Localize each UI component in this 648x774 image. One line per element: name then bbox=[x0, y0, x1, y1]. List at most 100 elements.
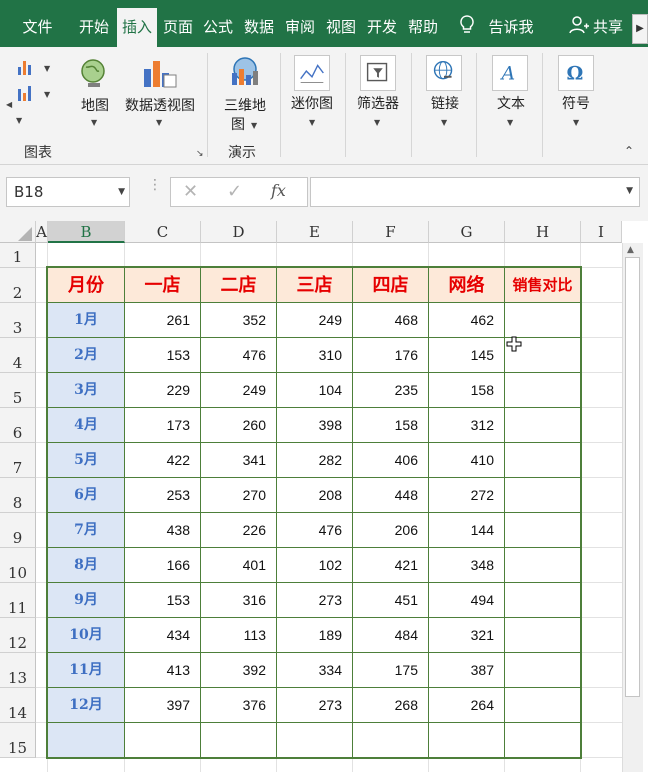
value-cell[interactable]: 421 bbox=[353, 548, 429, 583]
value-cell[interactable]: 321 bbox=[429, 618, 505, 653]
tab-data[interactable]: 数据 bbox=[239, 10, 279, 47]
value-cell[interactable]: 253 bbox=[125, 478, 201, 513]
comparison-cell[interactable] bbox=[505, 653, 581, 688]
header-cell[interactable]: 一店 bbox=[125, 268, 201, 303]
value-cell[interactable]: 484 bbox=[353, 618, 429, 653]
value-cell[interactable]: 282 bbox=[277, 443, 353, 478]
chevron-down-icon[interactable]: ▼ bbox=[156, 119, 162, 127]
value-cell[interactable]: 476 bbox=[201, 338, 277, 373]
month-cell[interactable] bbox=[48, 723, 125, 758]
tab-help[interactable]: 帮助 bbox=[403, 10, 443, 47]
row-header-7[interactable]: 7 bbox=[0, 443, 36, 478]
value-cell[interactable]: 273 bbox=[277, 688, 353, 723]
column-header-c[interactable]: C bbox=[125, 221, 201, 243]
link-globe-icon[interactable] bbox=[426, 55, 462, 91]
filter-button-label[interactable]: 筛选器 bbox=[350, 95, 406, 113]
month-cell[interactable]: 11月 bbox=[48, 653, 125, 688]
tell-me-box[interactable]: 告诉我 bbox=[482, 10, 540, 47]
value-cell[interactable]: 206 bbox=[353, 513, 429, 548]
value-cell[interactable]: 153 bbox=[125, 583, 201, 618]
value-cell[interactable]: 406 bbox=[353, 443, 429, 478]
row-header-5[interactable]: 5 bbox=[0, 373, 36, 408]
value-cell[interactable]: 312 bbox=[429, 408, 505, 443]
value-cell[interactable]: 189 bbox=[277, 618, 353, 653]
value-cell[interactable]: 226 bbox=[201, 513, 277, 548]
value-cell[interactable]: 229 bbox=[125, 373, 201, 408]
row-header-10[interactable]: 10 bbox=[0, 548, 36, 583]
month-cell[interactable]: 3月 bbox=[48, 373, 125, 408]
value-cell[interactable] bbox=[201, 723, 277, 758]
chevron-down-icon[interactable]: ▼ bbox=[309, 119, 315, 127]
map-globe-icon[interactable] bbox=[78, 57, 112, 91]
value-cell[interactable]: 341 bbox=[201, 443, 277, 478]
value-cell[interactable] bbox=[353, 723, 429, 758]
value-cell[interactable]: 413 bbox=[125, 653, 201, 688]
month-cell[interactable]: 6月 bbox=[48, 478, 125, 513]
cancel-icon[interactable]: ✕ bbox=[183, 181, 198, 202]
header-cell[interactable]: 网络 bbox=[429, 268, 505, 303]
value-cell[interactable]: 334 bbox=[277, 653, 353, 688]
comparison-cell[interactable] bbox=[505, 443, 581, 478]
value-cell[interactable]: 145 bbox=[429, 338, 505, 373]
3d-map-globe-icon[interactable] bbox=[226, 55, 264, 91]
header-cell[interactable]: 三店 bbox=[277, 268, 353, 303]
row-header-12[interactable]: 12 bbox=[0, 618, 36, 653]
row-header-14[interactable]: 14 bbox=[0, 688, 36, 723]
value-cell[interactable]: 102 bbox=[277, 548, 353, 583]
value-cell[interactable]: 448 bbox=[353, 478, 429, 513]
tab-page-layout[interactable]: 页面 bbox=[159, 10, 197, 47]
row-header-1[interactable]: 1 bbox=[0, 243, 36, 268]
pivot-chart-button-label[interactable]: 数据透视图 bbox=[120, 97, 200, 115]
tab-view[interactable]: 视图 bbox=[321, 10, 361, 47]
lightbulb-icon[interactable] bbox=[456, 14, 478, 36]
month-cell[interactable]: 9月 bbox=[48, 583, 125, 618]
value-cell[interactable]: 387 bbox=[429, 653, 505, 688]
chevron-down-icon[interactable]: ▼ bbox=[626, 186, 633, 196]
sparkline-icon[interactable] bbox=[294, 55, 330, 91]
value-cell[interactable]: 310 bbox=[277, 338, 353, 373]
value-cell[interactable]: 268 bbox=[353, 688, 429, 723]
row-header-8[interactable]: 8 bbox=[0, 478, 36, 513]
value-cell[interactable]: 494 bbox=[429, 583, 505, 618]
comparison-cell[interactable] bbox=[505, 408, 581, 443]
value-cell[interactable]: 208 bbox=[277, 478, 353, 513]
value-cell[interactable]: 175 bbox=[353, 653, 429, 688]
value-cell[interactable]: 113 bbox=[201, 618, 277, 653]
row-header-13[interactable]: 13 bbox=[0, 653, 36, 688]
chevron-down-icon[interactable]: ▼ bbox=[573, 119, 579, 127]
column-header-g[interactable]: G bbox=[429, 221, 505, 243]
ribbon-scroll-left-icon[interactable]: ◀ bbox=[6, 101, 12, 109]
value-cell[interactable]: 260 bbox=[201, 408, 277, 443]
tab-review[interactable]: 审阅 bbox=[281, 10, 319, 47]
value-cell[interactable]: 158 bbox=[429, 373, 505, 408]
value-cell[interactable]: 476 bbox=[277, 513, 353, 548]
symbol-omega-icon[interactable]: Ω bbox=[558, 55, 594, 91]
3d-map-button-label-line1[interactable]: 三维地 bbox=[218, 97, 272, 115]
month-cell[interactable]: 12月 bbox=[48, 688, 125, 723]
value-cell[interactable] bbox=[429, 723, 505, 758]
value-cell[interactable]: 235 bbox=[353, 373, 429, 408]
comparison-cell[interactable] bbox=[505, 513, 581, 548]
month-cell[interactable]: 1月 bbox=[48, 303, 125, 338]
chevron-down-icon[interactable]: ▼ bbox=[507, 119, 513, 127]
tab-insert[interactable]: 插入 bbox=[117, 8, 157, 47]
value-cell[interactable]: 144 bbox=[429, 513, 505, 548]
share-person-icon[interactable] bbox=[568, 14, 590, 36]
scrollbar-thumb[interactable] bbox=[625, 257, 640, 697]
value-cell[interactable]: 397 bbox=[125, 688, 201, 723]
name-box[interactable]: B18 ▼ bbox=[6, 177, 130, 207]
column-header-i[interactable]: I bbox=[581, 221, 622, 243]
3d-map-button-label-line2[interactable]: 图 bbox=[228, 116, 248, 134]
text-button-label[interactable]: 文本 bbox=[486, 95, 536, 113]
value-cell[interactable]: 410 bbox=[429, 443, 505, 478]
comparison-cell[interactable] bbox=[505, 373, 581, 408]
header-cell[interactable]: 销售对比 bbox=[505, 268, 581, 303]
column-header-e[interactable]: E bbox=[277, 221, 353, 243]
value-cell[interactable]: 352 bbox=[201, 303, 277, 338]
month-cell[interactable]: 8月 bbox=[48, 548, 125, 583]
chevron-down-icon[interactable]: ▼ bbox=[91, 119, 97, 127]
formula-input[interactable]: ▼ bbox=[310, 177, 640, 207]
value-cell[interactable]: 158 bbox=[353, 408, 429, 443]
comparison-cell[interactable] bbox=[505, 548, 581, 583]
confirm-check-icon[interactable]: ✓ bbox=[227, 181, 242, 202]
